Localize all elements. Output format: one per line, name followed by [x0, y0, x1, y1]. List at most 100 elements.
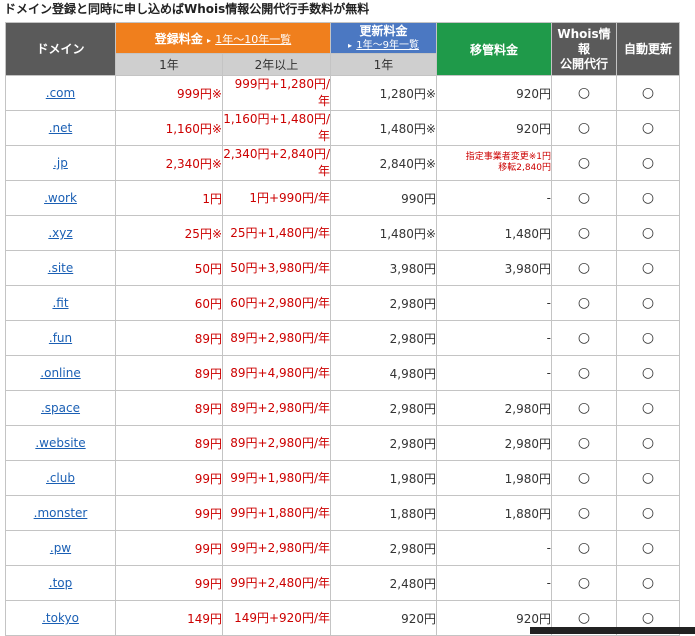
- auto-renew-available-icon: ○: [616, 355, 680, 391]
- registration-2y-price: 99円+2,980円/年: [222, 530, 331, 566]
- registration-2y-price: 89円+2,980円/年: [222, 390, 331, 426]
- whois-available-icon: ○: [551, 180, 617, 216]
- transfer-price: 指定事業者変更※1円 移転2,840円: [436, 145, 552, 181]
- domain-link[interactable]: .pw: [50, 541, 71, 555]
- domain-link[interactable]: .club: [46, 471, 75, 485]
- auto-renew-available-icon: ○: [616, 75, 680, 111]
- domain-link[interactable]: .online: [40, 366, 80, 380]
- domain-link[interactable]: .fun: [49, 331, 72, 345]
- registration-1y-price: 1円: [115, 180, 223, 216]
- table-row: .monster 99円 99円+1,880円/年 1,880円 1,880円 ○ ○: [5, 495, 680, 531]
- domain-cell: .work: [5, 180, 116, 216]
- registration-1y-price: 99円: [115, 460, 223, 496]
- renewal-price: 920円: [330, 600, 437, 636]
- auto-renew-available-icon: ○: [616, 285, 680, 321]
- registration-1y-price: 149円: [115, 600, 223, 636]
- registration-1y-price: 99円: [115, 495, 223, 531]
- domain-cell: .monster: [5, 495, 116, 531]
- domain-cell: .com: [5, 75, 116, 111]
- table-row: .jp 2,340円※ 2,340円+2,840円/年 2,840円※ 指定事業者変更※…: [5, 145, 680, 181]
- registration-1y-price: 1,160円※: [115, 110, 223, 146]
- domain-cell: .net: [5, 110, 116, 146]
- domain-link[interactable]: .top: [49, 576, 72, 590]
- domain-cell: .space: [5, 390, 116, 426]
- header-domain: ドメイン: [5, 22, 116, 76]
- subheader-renewal-1y: 1年: [330, 53, 437, 76]
- domain-link[interactable]: .jp: [53, 156, 68, 170]
- transfer-price: -: [436, 530, 552, 566]
- domain-cell: .tokyo: [5, 600, 116, 636]
- whois-available-icon: ○: [551, 320, 617, 356]
- subheader-registration-1y: 1年: [115, 53, 223, 76]
- domain-link[interactable]: .net: [49, 121, 73, 135]
- renewal-price-list-link[interactable]: 1年〜9年一覧: [356, 40, 419, 51]
- domain-cell: .top: [5, 565, 116, 601]
- table-head: ドメイン 登録料金 ▸ 1年〜10年一覧 更新料金 ▸ 1年〜9年一覧 移管料金…: [5, 22, 680, 76]
- auto-renew-available-icon: ○: [616, 530, 680, 566]
- whois-available-icon: ○: [551, 285, 617, 321]
- auto-renew-available-icon: ○: [616, 250, 680, 286]
- renewal-price: 990円: [330, 180, 437, 216]
- renewal-price: 2,980円: [330, 530, 437, 566]
- domain-link[interactable]: .space: [41, 401, 80, 415]
- renewal-price: 2,980円: [330, 285, 437, 321]
- table-body: .com 999円※ 999円+1,280円/年 1,280円※ 920円 ○ ○ .net 1…: [5, 75, 680, 636]
- registration-1y-price: 50円: [115, 250, 223, 286]
- domain-link[interactable]: .website: [35, 436, 85, 450]
- whois-available-icon: ○: [551, 215, 617, 251]
- table-row: .work 1円 1円+990円/年 990円 - ○ ○: [5, 180, 680, 216]
- whois-available-icon: ○: [551, 390, 617, 426]
- domain-link[interactable]: .com: [46, 86, 75, 100]
- registration-2y-price: 99円+1,880円/年: [222, 495, 331, 531]
- renewal-price: 2,980円: [330, 425, 437, 461]
- auto-renew-available-icon: ○: [616, 495, 680, 531]
- whois-available-icon: ○: [551, 75, 617, 111]
- renewal-price: 3,980円: [330, 250, 437, 286]
- domain-link[interactable]: .tokyo: [42, 611, 79, 625]
- table-row: .top 99円 99円+2,480円/年 2,480円 - ○ ○: [5, 565, 680, 601]
- registration-price-list-link[interactable]: 1年〜10年一覧: [215, 33, 291, 46]
- renewal-price: 2,840円※: [330, 145, 437, 181]
- transfer-price: 3,980円: [436, 250, 552, 286]
- whois-available-icon: ○: [551, 355, 617, 391]
- header-transfer: 移管料金: [436, 22, 552, 76]
- transfer-price: -: [436, 320, 552, 356]
- registration-2y-price: 89円+2,980円/年: [222, 320, 331, 356]
- registration-1y-price: 89円: [115, 320, 223, 356]
- domain-link[interactable]: .site: [48, 261, 74, 275]
- registration-1y-price: 60円: [115, 285, 223, 321]
- transfer-price: -: [436, 355, 552, 391]
- registration-2y-price: 1,160円+1,480円/年: [222, 110, 331, 146]
- registration-2y-price: 25円+1,480円/年: [222, 215, 331, 251]
- table-row: .site 50円 50円+3,980円/年 3,980円 3,980円 ○ ○: [5, 250, 680, 286]
- domain-cell: .club: [5, 460, 116, 496]
- whois-available-icon: ○: [551, 565, 617, 601]
- table-row: .online 89円 89円+4,980円/年 4,980円 - ○ ○: [5, 355, 680, 391]
- transfer-price: 1,980円: [436, 460, 552, 496]
- renewal-price: 1,280円※: [330, 75, 437, 111]
- table-row: .xyz 25円※ 25円+1,480円/年 1,480円※ 1,480円 ○ ○: [5, 215, 680, 251]
- overlay-bar: [530, 627, 695, 634]
- domain-link[interactable]: .monster: [34, 506, 88, 520]
- domain-link[interactable]: .work: [44, 191, 77, 205]
- domain-cell: .fun: [5, 320, 116, 356]
- table-row: .pw 99円 99円+2,980円/年 2,980円 - ○ ○: [5, 530, 680, 566]
- arrow-right-icon: ▸: [348, 40, 353, 50]
- domain-cell: .online: [5, 355, 116, 391]
- domain-cell: .jp: [5, 145, 116, 181]
- auto-renew-available-icon: ○: [616, 565, 680, 601]
- registration-2y-price: 89円+4,980円/年: [222, 355, 331, 391]
- registration-2y-price: 1円+990円/年: [222, 180, 331, 216]
- table-row: .fun 89円 89円+2,980円/年 2,980円 - ○ ○: [5, 320, 680, 356]
- auto-renew-available-icon: ○: [616, 180, 680, 216]
- table-row: .website 89円 89円+2,980円/年 2,980円 2,980円 ○ ○: [5, 425, 680, 461]
- domain-link[interactable]: .xyz: [48, 226, 72, 240]
- domain-link[interactable]: .fit: [52, 296, 68, 310]
- header-whois: Whois情報 公開代行: [551, 22, 617, 76]
- auto-renew-available-icon: ○: [616, 215, 680, 251]
- registration-2y-price: 2,340円+2,840円/年: [222, 145, 331, 181]
- registration-1y-price: 99円: [115, 530, 223, 566]
- renewal-price: 4,980円: [330, 355, 437, 391]
- auto-renew-available-icon: ○: [616, 320, 680, 356]
- auto-renew-available-icon: ○: [616, 145, 680, 181]
